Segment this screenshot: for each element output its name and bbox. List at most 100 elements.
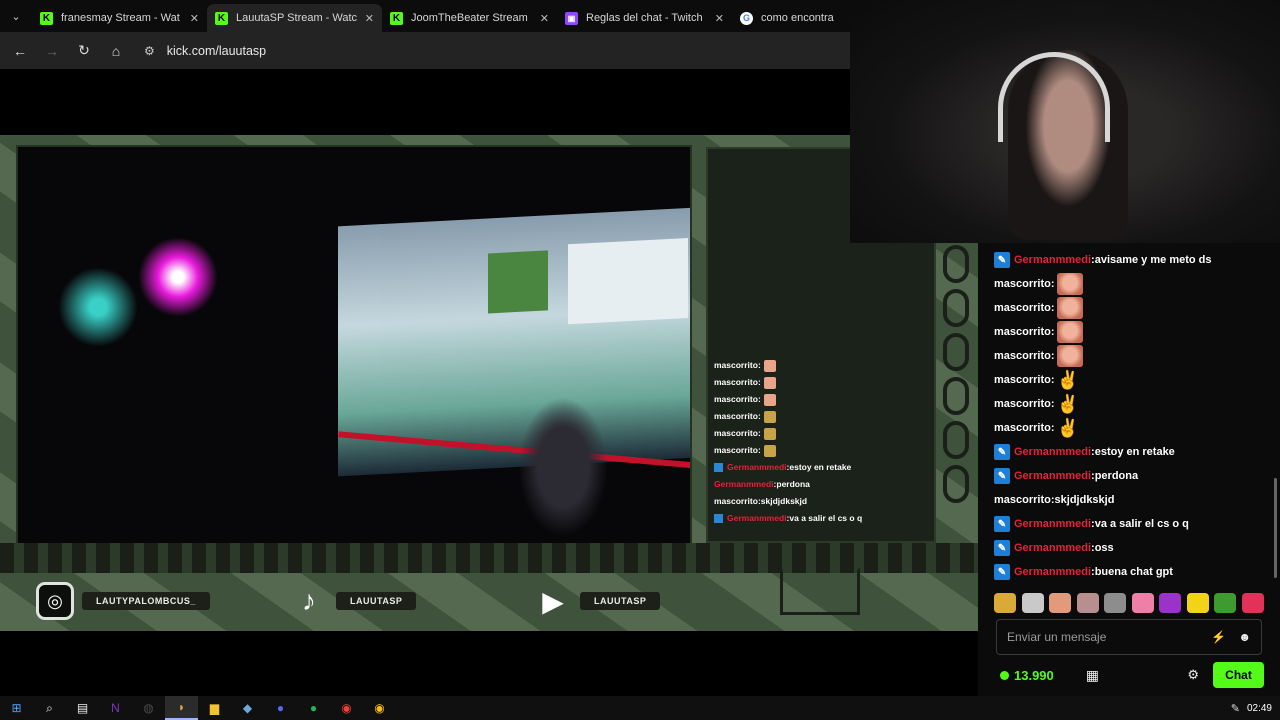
chat-username[interactable]: mascorrito [994,302,1051,314]
chrome-icon[interactable]: ◉ [330,696,363,720]
app-icon[interactable]: ◍ [132,696,165,720]
back-arrow-icon[interactable]: ← [4,35,36,67]
overlay-chat-username: mascorrito [714,428,758,438]
commands-icon[interactable]: ⚡ [1211,630,1226,644]
chat-username[interactable]: mascorrito [994,398,1051,410]
chat-username[interactable]: Germanmmedi [1014,470,1091,482]
chat-message: ✎ Germanmmedi: avisame y me meto ds [994,248,1264,272]
overlay-chat-username: Germanmmedi [727,513,787,523]
chat-username[interactable]: mascorrito [994,374,1051,386]
discord-icon[interactable]: ● [264,696,297,720]
chat-message: ✎ Germanmmedi: va a salir el cs o q [994,512,1264,536]
quick-emote-icon[interactable] [1241,593,1264,613]
browser-tab[interactable]: ▣ Reglas del chat - Twitch ✕ [557,4,732,32]
overlay-chat-separator: : [757,445,761,455]
social-handle: LAUUTASP [336,592,417,610]
stream-gameplay-frame [16,145,692,545]
chat-username[interactable]: mascorrito [994,422,1051,434]
chat-colon: : [1050,302,1055,314]
active-app-icon[interactable]: ◗ [165,696,198,720]
social-link[interactable]: ♪ LAUUTASP [290,581,417,621]
quick-emote-icon[interactable] [1076,593,1099,613]
channel-points[interactable]: 13.990 [1000,668,1054,683]
overlay-chat-line: mascorrito : [714,425,934,442]
send-chat-button[interactable]: Chat [1213,662,1264,688]
reload-icon[interactable]: ↻ [68,35,100,67]
pen-icon[interactable]: ✎ [1231,696,1240,720]
chat-message-text: buena chat gpt [1094,566,1173,578]
browser-tab[interactable]: Kfranesmay Stream - Wat ✕ [32,4,207,32]
chat-message-text: skjdjdkskjd [1054,494,1115,506]
onenote-app-icon[interactable]: N [99,696,132,720]
windows-start-icon[interactable]: ⊞ [0,696,33,720]
forward-arrow-icon[interactable]: → [36,35,68,67]
face-emote-icon [1056,273,1083,295]
address-bar[interactable]: ⚙ kick.com/lauutasp [140,36,840,65]
taskbar-clock[interactable]: 02:49 [1247,696,1272,720]
chat-input-placeholder[interactable]: Enviar un mensaje [1007,630,1199,644]
youtube-icon[interactable]: ▶ [534,582,572,620]
chat-username[interactable]: Germanmmedi [1014,566,1091,578]
social-link[interactable]: ◎ LAUTYPALOMBCUS_ [36,581,210,621]
social-link[interactable]: ▶ LAUUTASP [534,581,661,621]
quick-emote-icon[interactable] [1214,593,1237,613]
quick-emote-icon[interactable] [994,593,1016,613]
overlay-chat-line: mascorrito : [714,442,934,459]
overlay-chat-line: Germanmmedi: perdona [714,476,934,493]
search-icon[interactable]: ⌕ [33,696,66,720]
screen: ⌄ Kfranesmay Stream - Wat ✕ K LauutaSP Stre… [0,0,1280,720]
close-tab-icon[interactable]: ✕ [540,12,549,25]
quick-emote-icon[interactable] [1159,593,1182,613]
tiktok-icon[interactable]: ♪ [290,582,328,620]
moderator-badge-icon: ✎ [994,564,1010,580]
chat-message: ✎ Germanmmedi: perdona [994,464,1264,488]
steam-icon[interactable]: ◆ [231,696,264,720]
chat-scrollbar[interactable] [1274,478,1277,578]
hand-silhouette [518,397,608,537]
quick-emote-icon[interactable] [1049,593,1072,613]
chat-username[interactable]: Germanmmedi [1014,254,1091,266]
quick-emote-icon[interactable] [1021,593,1044,613]
chat-message: mascorrito: ✌ [994,368,1264,392]
quick-emote-icon[interactable] [1104,593,1127,613]
fish-emote-icon [763,444,776,457]
overlay-chat-username: Germanmmedi [727,462,787,472]
chat-username[interactable]: mascorrito [994,326,1051,338]
stream-video[interactable]: mascorrito : mascorrito : mascorrito : masc… [0,135,978,631]
close-tab-icon[interactable]: ✕ [715,12,724,25]
chat-username[interactable]: mascorrito [994,350,1051,362]
chat-colon: : [1050,326,1055,338]
chrome-icon-2[interactable]: ◉ [363,696,396,720]
chat-username[interactable]: mascorrito [994,278,1051,290]
file-explorer-icon[interactable]: ▆ [198,696,231,720]
chat-username[interactable]: Germanmmedi [1014,446,1091,458]
overlay-chat-username: mascorrito [714,496,758,506]
close-tab-icon[interactable]: ✕ [365,12,374,25]
quick-emote-icon[interactable] [1186,593,1209,613]
quick-emote-icon[interactable] [1131,593,1154,613]
site-info-icon[interactable]: ⚙ [144,44,155,58]
task-view-icon[interactable]: ▤ [66,696,99,720]
overlay-chat-line: mascorrito : [714,408,934,425]
chat-input[interactable]: Enviar un mensaje ⚡ ☻ [996,619,1262,655]
chat-username[interactable]: Germanmmedi [1014,518,1091,530]
moderator-badge-icon: ✎ [994,516,1010,532]
spotify-icon[interactable]: ● [297,696,330,720]
tab-title: como encontrar la [761,12,834,24]
browser-tab[interactable]: K JoomTheBeater Stream ✕ [382,4,557,32]
chat-username[interactable]: Germanmmedi [1014,542,1091,554]
browser-tab[interactable]: Gcomo encontrar la [732,4,842,32]
browser-tab[interactable]: K LauutaSP Stream - Watc ✕ [207,4,382,32]
close-tab-icon[interactable]: ✕ [190,12,199,25]
store-icon[interactable]: ▦ [1086,667,1099,684]
tab-search-chevron-icon[interactable]: ⌄ [0,0,32,32]
chat-colon: : [1050,374,1055,386]
social-handle: LAUTYPALOMBCUS_ [82,592,210,610]
url-text[interactable]: kick.com/lauutasp [167,44,266,58]
home-icon[interactable]: ⌂ [100,35,132,67]
gear-icon[interactable]: ⚙ [1187,667,1199,683]
emoji-icon[interactable]: ☻ [1238,630,1251,644]
overlay-chat-line: Germanmmedi: va a salir el cs o q [714,510,934,527]
chat-username[interactable]: mascorrito [994,494,1051,506]
instagram-icon[interactable]: ◎ [36,582,74,620]
